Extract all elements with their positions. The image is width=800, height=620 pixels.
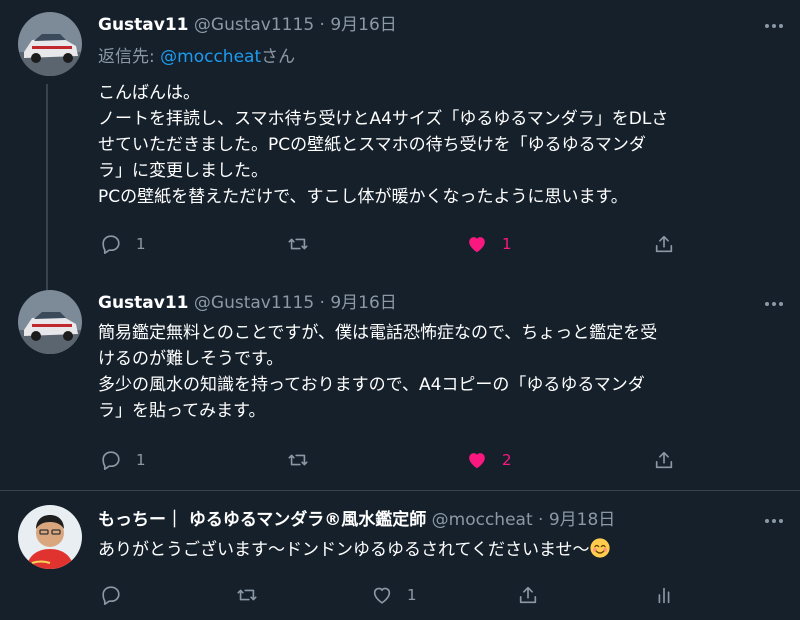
action-bar: 1 1 (0, 231, 800, 257)
tweet-text: こんばんは。 ノートを拝読し、スマホ待ち受けとA4サイズ「ゆるゆるマンダラ」をD… (98, 80, 780, 210)
thread-line (46, 278, 48, 290)
like-count: 1 (502, 235, 512, 253)
tweet-line: ラ」に変更しました。 (98, 161, 268, 181)
like-button[interactable]: 2 (466, 447, 512, 473)
display-name[interactable]: もっちー｜ ゆるゆるマンダラ®風水鑑定師 (98, 510, 426, 530)
tweet-line-text: ありがとうございます〜ドンドンゆるゆるされてくださいませ〜 (98, 540, 590, 560)
action-bar: 1 2 (0, 447, 800, 473)
tweet-1[interactable]: Gustav11 @Gustav1115 · 9月16日 返信先: @mocch… (0, 0, 800, 280)
tweet-line: けるのが難しそうです。 (98, 349, 284, 369)
tweet-line: せていただきました。PCの壁紙とスマホの待ち受けを「ゆるゆるマンダ (98, 135, 646, 155)
reply-icon (102, 586, 120, 605)
tweet-line: 多少の風水の知識を持っておりますので、A4コピーの「ゆるゆるマンダ (98, 375, 645, 395)
reply-icon (102, 235, 120, 254)
reply-to-prefix: 返信先: (98, 47, 161, 67)
tweet-header: もっちー｜ ゆるゆるマンダラ®風水鑑定師 @moccheat · 9月18日 (98, 509, 740, 531)
more-icon[interactable] (762, 16, 786, 36)
tweet-header: Gustav11 @Gustav1115 · 9月16日 (98, 14, 740, 36)
like-button[interactable]: 1 (371, 582, 417, 608)
timestamp[interactable]: 9月18日 (549, 510, 615, 530)
like-button[interactable]: 1 (466, 231, 512, 257)
display-name[interactable]: Gustav11 (98, 15, 189, 35)
heart-icon (373, 587, 391, 604)
reply-button[interactable]: 1 (100, 447, 146, 473)
timestamp[interactable]: 9月16日 (330, 15, 396, 35)
tweet-text: 簡易鑑定無料とのことですが、僕は電話恐怖症なので、ちょっと鑑定を受 けるのが難し… (98, 320, 780, 424)
retweet-button[interactable] (287, 231, 323, 257)
tweet-line: ノートを拝読し、スマホ待ち受けとA4サイズ「ゆるゆるマンダラ」をDLさ (98, 109, 669, 129)
retweet-icon (237, 589, 257, 601)
tweet-2[interactable]: Gustav11 @Gustav1115 · 9月16日 簡易鑑定無料とのことで… (0, 278, 800, 486)
smiling-face-emoji (590, 538, 611, 558)
like-count: 2 (502, 451, 512, 469)
avatar[interactable] (18, 290, 82, 354)
separator: · (319, 293, 325, 313)
handle[interactable]: @Gustav1115 (194, 293, 314, 313)
tweet-line: こんばんは。 (98, 83, 200, 103)
avatar-image (18, 290, 82, 354)
share-icon (519, 586, 537, 604)
reply-count: 1 (136, 451, 146, 469)
share-button[interactable] (653, 447, 675, 473)
share-button[interactable] (653, 231, 675, 257)
avatar[interactable] (18, 505, 82, 569)
avatar-image (18, 505, 82, 569)
reply-to-line: 返信先: @moccheatさん (98, 46, 295, 68)
share-icon (655, 235, 673, 253)
analytics-button[interactable] (653, 582, 675, 608)
action-bar: 1 (0, 582, 800, 608)
tweet-line: ラ」を貼ってみます。 (98, 401, 266, 421)
tweet-line: 簡易鑑定無料とのことですが、僕は電話恐怖症なので、ちょっと鑑定を受 (98, 323, 658, 343)
tweet-text: ありがとうございます〜ドンドンゆるゆるされてくださいませ〜 (98, 537, 780, 563)
heart-icon (469, 237, 485, 253)
share-icon (655, 451, 673, 469)
handle[interactable]: @moccheat (432, 510, 533, 530)
display-name[interactable]: Gustav11 (98, 293, 189, 313)
avatar-image (18, 12, 82, 76)
tweet-3[interactable]: もっちー｜ ゆるゆるマンダラ®風水鑑定師 @moccheat · 9月18日 あ… (0, 491, 800, 620)
like-count: 1 (407, 586, 417, 604)
tweet-line: PCの壁紙を替えただけで、すこし体が暖かくなったように思います。 (98, 187, 628, 207)
retweet-button[interactable] (236, 582, 272, 608)
handle[interactable]: @Gustav1115 (194, 15, 314, 35)
retweet-icon (288, 238, 308, 250)
analytics-icon (658, 587, 670, 604)
timestamp[interactable]: 9月16日 (330, 293, 396, 313)
tweet-header: Gustav11 @Gustav1115 · 9月16日 (98, 292, 740, 314)
reply-button[interactable]: 1 (100, 231, 146, 257)
avatar[interactable] (18, 12, 82, 76)
heart-icon (469, 453, 485, 469)
retweet-button[interactable] (287, 447, 323, 473)
separator: · (319, 15, 325, 35)
reply-icon (102, 451, 120, 470)
more-icon[interactable] (762, 511, 786, 531)
reply-count: 1 (136, 235, 146, 253)
separator: · (538, 510, 544, 530)
reply-to-mention[interactable]: @moccheat (160, 47, 261, 67)
reply-button[interactable] (100, 582, 136, 608)
reply-to-suffix: さん (261, 47, 296, 67)
share-button[interactable] (517, 582, 539, 608)
more-icon[interactable] (762, 294, 786, 314)
retweet-icon (288, 454, 308, 466)
tweet-line: ありがとうございます〜ドンドンゆるゆるされてくださいませ〜 (98, 537, 780, 563)
